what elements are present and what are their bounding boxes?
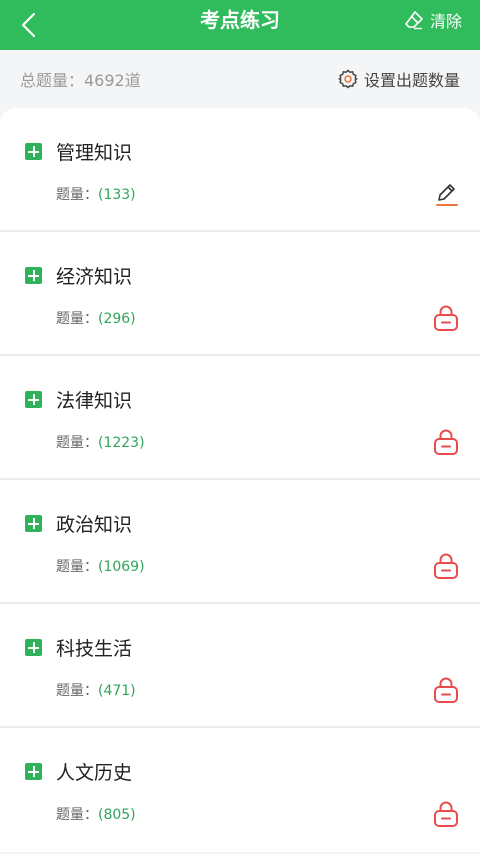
list-item[interactable]: 科技生活 题量：(471) bbox=[0, 604, 480, 728]
list-item[interactable]: 人文历史 题量：(805) bbox=[0, 728, 480, 852]
lock-icon bbox=[434, 801, 458, 827]
summary-bar: 总题量：4692道 设置出题数量 bbox=[0, 50, 480, 108]
count-value: (1069) bbox=[98, 559, 145, 575]
count-prefix: 题量： bbox=[56, 559, 98, 575]
set-question-count-button[interactable]: 设置出题数量 bbox=[338, 67, 460, 91]
lock-icon bbox=[434, 677, 458, 703]
locked-button[interactable] bbox=[432, 304, 460, 332]
count-value: (1223) bbox=[98, 435, 145, 451]
topic-name: 科技生活 bbox=[56, 638, 133, 660]
count-value: (133) bbox=[98, 187, 136, 203]
count-prefix: 题量： bbox=[56, 435, 98, 451]
list-item[interactable]: 政治知识 题量：(1069) bbox=[0, 480, 480, 604]
lock-icon bbox=[434, 429, 458, 455]
clear-label: 清除 bbox=[429, 12, 462, 31]
topic-name: 管理知识 bbox=[56, 142, 133, 164]
eraser-icon bbox=[405, 11, 423, 30]
expand-plus-icon[interactable] bbox=[25, 391, 42, 408]
gear-icon bbox=[338, 69, 358, 89]
lock-icon bbox=[434, 553, 458, 579]
list-item[interactable]: 法律知识 题量：(1223) bbox=[0, 356, 480, 480]
count-prefix: 题量： bbox=[56, 683, 98, 699]
list-item[interactable]: 经济知识 题量：(296) bbox=[0, 232, 480, 356]
question-count: 题量：(471) bbox=[56, 680, 136, 700]
topic-name: 人文历史 bbox=[56, 762, 133, 784]
expand-plus-icon[interactable] bbox=[25, 143, 42, 160]
question-count: 题量：(1069) bbox=[56, 556, 145, 576]
expand-plus-icon[interactable] bbox=[25, 763, 42, 780]
back-button[interactable] bbox=[14, 8, 44, 42]
expand-plus-icon[interactable] bbox=[25, 267, 42, 284]
count-value: (805) bbox=[98, 807, 136, 823]
topic-list: 管理知识 题量：(133) 经济知识 题量：(296) 法律知识 题量：(122… bbox=[0, 108, 480, 852]
count-value: (296) bbox=[98, 311, 136, 327]
top-app-bar: 考点练习 清除 bbox=[0, 0, 480, 50]
chevron-left-icon bbox=[21, 12, 36, 38]
topic-name: 经济知识 bbox=[56, 266, 133, 288]
locked-button[interactable] bbox=[432, 800, 460, 828]
count-prefix: 题量： bbox=[56, 187, 98, 203]
question-count: 题量：(133) bbox=[56, 184, 136, 204]
expand-plus-icon[interactable] bbox=[25, 639, 42, 656]
lock-icon bbox=[434, 305, 458, 331]
settings-label: 设置出题数量 bbox=[363, 71, 460, 90]
locked-button[interactable] bbox=[432, 428, 460, 456]
list-item[interactable]: 管理知识 题量：(133) bbox=[0, 108, 480, 232]
total-question-count: 总题量：4692道 bbox=[20, 71, 141, 90]
pencil-icon bbox=[436, 184, 458, 206]
locked-button[interactable] bbox=[432, 552, 460, 580]
topic-name: 法律知识 bbox=[56, 390, 133, 412]
count-value: (471) bbox=[98, 683, 136, 699]
edit-button[interactable] bbox=[432, 180, 460, 208]
count-prefix: 题量： bbox=[56, 311, 98, 327]
locked-button[interactable] bbox=[432, 676, 460, 704]
question-count: 题量：(1223) bbox=[56, 432, 145, 452]
question-count: 题量：(805) bbox=[56, 804, 136, 824]
question-count: 题量：(296) bbox=[56, 308, 136, 328]
topic-name: 政治知识 bbox=[56, 514, 133, 536]
count-prefix: 题量： bbox=[56, 807, 98, 823]
expand-plus-icon[interactable] bbox=[25, 515, 42, 532]
clear-button[interactable]: 清除 bbox=[404, 7, 462, 33]
